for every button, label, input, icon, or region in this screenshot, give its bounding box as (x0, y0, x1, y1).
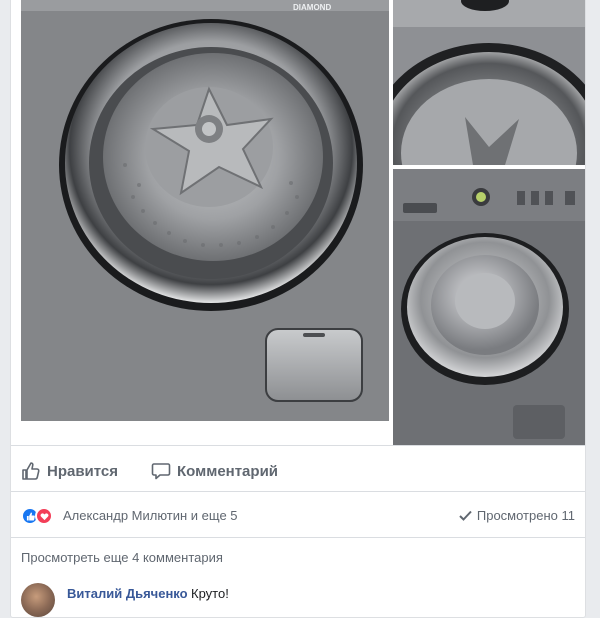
views-count: Просмотрено 11 (459, 508, 575, 523)
divider (11, 445, 585, 446)
views-label: Просмотрено 11 (476, 508, 575, 523)
comment-button[interactable]: Комментарий (151, 461, 278, 481)
view-more-comments-link[interactable]: Просмотреть еще 4 комментария (21, 550, 223, 565)
comment-icon (151, 463, 171, 480)
divider (11, 537, 585, 538)
comment-author[interactable]: Виталий Дьяченко (67, 586, 188, 601)
check-icon (459, 510, 472, 521)
action-bar: Нравится Комментарий (21, 455, 575, 485)
divider (11, 491, 585, 492)
photo-bottom-right[interactable] (393, 169, 585, 445)
comment-text: Круто! (191, 586, 229, 601)
photo-main[interactable]: DIAMOND (21, 0, 389, 421)
reactions-row: Александр Милютин и еще 5 Просмотрено 11 (21, 505, 575, 527)
photo-grid: DIAMOND (21, 0, 585, 445)
reaction-summary[interactable]: Александр Милютин и еще 5 (63, 508, 238, 523)
comment-label: Комментарий (177, 462, 279, 480)
photo-top-right[interactable] (393, 0, 585, 165)
thumbs-up-icon (22, 462, 40, 480)
reaction-icons[interactable] (21, 507, 53, 525)
like-label: Нравится (47, 462, 119, 480)
post-card: DIAMOND Нравится Комментарий Александр М… (10, 0, 586, 618)
avatar[interactable] (21, 583, 55, 617)
love-icon (35, 507, 53, 525)
brand-text: DIAMOND (293, 3, 331, 12)
like-button[interactable]: Нравится (21, 461, 118, 481)
